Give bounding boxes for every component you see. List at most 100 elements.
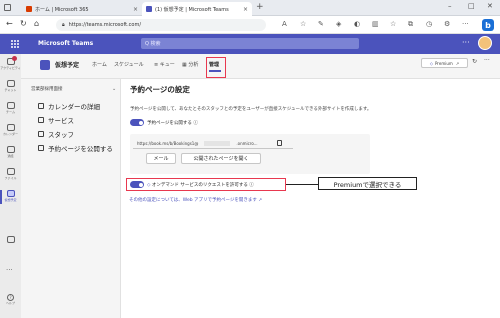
rail-item-teams[interactable]: チーム xyxy=(0,100,21,120)
split-screen-icon[interactable]: ▥ xyxy=(372,20,379,28)
nav-item-staff[interactable]: スタッフ xyxy=(38,129,74,139)
premium-button[interactable]: ◇ Premium ↗ xyxy=(421,58,468,68)
more-menu-icon[interactable]: ··· xyxy=(462,20,469,28)
back-icon[interactable]: ← xyxy=(6,19,13,28)
phone-icon xyxy=(6,146,15,153)
help-icon: ? xyxy=(7,294,14,301)
close-window-button[interactable]: ✕ xyxy=(487,2,493,10)
teams-icon xyxy=(146,6,152,12)
tab-schedule[interactable]: スケジュール xyxy=(114,61,144,68)
favorite-icon[interactable]: ☆ xyxy=(300,20,306,28)
page-title: 仮想予定 xyxy=(55,62,80,69)
browser-tab-label: ホーム | Microsoft 365 xyxy=(35,6,89,13)
rail-item-virtual-appointments[interactable]: 仮想予定 xyxy=(0,188,21,208)
external-link-icon[interactable]: ↗ xyxy=(258,198,262,203)
minimize-button[interactable]: – xyxy=(448,2,452,10)
browser-tab-home[interactable]: ホーム | Microsoft 365 × xyxy=(22,2,142,16)
favorites-bar-icon[interactable]: ☆ xyxy=(390,20,396,28)
chevron-down-icon[interactable]: ⌄ xyxy=(112,86,116,92)
nav-item-label: サービス xyxy=(48,117,74,125)
nav-item-services[interactable]: サービス xyxy=(38,115,74,125)
lock-icon: 🔒︎ xyxy=(62,22,65,28)
premium-label: Premium xyxy=(434,60,453,66)
nav-item-label: カレンダーの詳細 xyxy=(48,103,100,111)
highlight-box-manage-tab xyxy=(206,57,226,78)
publish-icon xyxy=(38,145,44,151)
close-tab-icon[interactable]: × xyxy=(133,6,138,13)
extension-icon[interactable]: ✎ xyxy=(318,20,324,28)
app-launcher-icon[interactable] xyxy=(11,40,19,48)
browser-tab-label: (1) 仮想予定 | Microsoft Teams xyxy=(155,6,229,13)
browser-tab-teams[interactable]: (1) 仮想予定 | Microsoft Teams × xyxy=(142,2,252,16)
tab-analytics[interactable]: ▦ 分析 xyxy=(182,61,198,68)
mail-button[interactable]: メール xyxy=(146,153,176,164)
people-icon xyxy=(38,131,44,137)
publish-toggle[interactable] xyxy=(130,119,144,126)
history-icon[interactable]: ◷ xyxy=(426,20,432,28)
nav-item-calendar-details[interactable]: カレンダーの詳細 xyxy=(38,101,100,111)
rail-item-label: チーム xyxy=(6,110,15,114)
refresh-icon[interactable]: ↻ xyxy=(472,58,477,65)
rail-item-calendar[interactable]: カレンダー xyxy=(0,122,21,142)
more-apps-icon[interactable]: ··· xyxy=(6,266,13,274)
booking-url-field[interactable]: https://book.ms/b/Bookings1@ .onmicro... xyxy=(133,139,293,149)
rail-item-label: 仮想予定 xyxy=(4,198,17,202)
browser-navbar: ← ↻ ⌂ 🔒︎ https://teams.microsoft.com/ A … xyxy=(0,16,500,34)
other-settings-line: その他の設定については、Web アプリで予約ページを開きます ↗ xyxy=(129,197,262,203)
info-icon[interactable]: ⓘ xyxy=(193,121,198,126)
more-options-icon[interactable]: ··· xyxy=(484,57,490,64)
avatar[interactable] xyxy=(478,36,492,50)
address-bar[interactable]: 🔒︎ https://teams.microsoft.com/ xyxy=(56,19,266,31)
nav-item-label: スタッフ xyxy=(48,131,74,139)
teams-header: Microsoft Teams Q 検索 ··· xyxy=(0,34,500,54)
rail-item-apps[interactable] xyxy=(0,234,21,254)
rail-item-label: チャット xyxy=(4,88,17,92)
chart-icon: ▦ xyxy=(182,62,187,68)
extension-icon[interactable]: ◈ xyxy=(336,20,341,28)
settings-more-icon[interactable]: ··· xyxy=(462,38,470,47)
open-web-app-link[interactable]: Web アプリで予約ページを開きます xyxy=(183,198,257,203)
nav-item-publish-booking-page[interactable]: 予約ページを公開する xyxy=(38,143,113,153)
callout-connector xyxy=(286,184,318,185)
browser-copilot-icon[interactable]: b xyxy=(482,19,494,31)
url-text: https://teams.microsoft.com/ xyxy=(68,22,142,28)
open-published-page-button[interactable]: 公開されたページを開く xyxy=(181,153,261,164)
rail-item-chat[interactable]: チャット xyxy=(0,78,21,98)
service-icon xyxy=(38,117,44,123)
rail-item-files[interactable]: ファイル xyxy=(0,166,21,186)
tab-actions-icon[interactable] xyxy=(4,4,11,11)
teams-app-name: Microsoft Teams xyxy=(38,40,94,47)
read-aloud-icon[interactable]: A xyxy=(282,20,287,28)
virtual-appointments-app-icon xyxy=(40,60,50,70)
home-icon[interactable]: ⌂ xyxy=(34,19,39,28)
rail-item-label: ファイル xyxy=(4,176,17,180)
new-tab-button[interactable]: + xyxy=(256,2,264,12)
help-button[interactable]: ? ヘルプ xyxy=(0,294,21,305)
nav-item-label: 予約ページを公開する xyxy=(48,145,113,153)
calendar-name-header[interactable]: 営業部採用面接 xyxy=(31,86,63,92)
notification-badge xyxy=(12,56,17,61)
other-settings-text: その他の設定については、 xyxy=(129,198,183,203)
search-input[interactable]: Q 検索 xyxy=(141,38,359,49)
annotation-callout: Premiumで選択できる xyxy=(318,177,417,190)
chat-icon xyxy=(6,80,15,87)
rail-item-calls[interactable]: 通話 xyxy=(0,144,21,164)
collections-icon[interactable]: ⧉ xyxy=(408,20,413,29)
extensions-icon[interactable]: ⚙ xyxy=(444,20,450,28)
m365-icon xyxy=(26,6,32,12)
booking-url-prefix: https://book.ms/b/Bookings1@ xyxy=(137,141,199,146)
browser-tab-strip: ホーム | Microsoft 365 × (1) 仮想予定 | Microso… xyxy=(0,0,500,16)
rail-item-activity[interactable]: アクティビティ xyxy=(0,56,21,76)
extension-icon[interactable]: ◐ xyxy=(354,20,360,28)
refresh-icon[interactable]: ↻ xyxy=(20,19,27,28)
calendar-icon xyxy=(6,124,15,131)
tab-home[interactable]: ホーム xyxy=(92,61,107,68)
close-tab-icon[interactable]: × xyxy=(243,6,248,13)
copy-icon[interactable] xyxy=(277,140,282,146)
diamond-icon: ◇ xyxy=(429,60,433,66)
maximize-button[interactable]: □ xyxy=(468,2,475,10)
booking-url-suffix: .onmicro... xyxy=(236,141,258,146)
tab-queue[interactable]: ≡ キュー xyxy=(154,61,175,68)
section-title: 予約ページの設定 xyxy=(130,85,190,94)
teams-group-icon xyxy=(6,102,15,109)
